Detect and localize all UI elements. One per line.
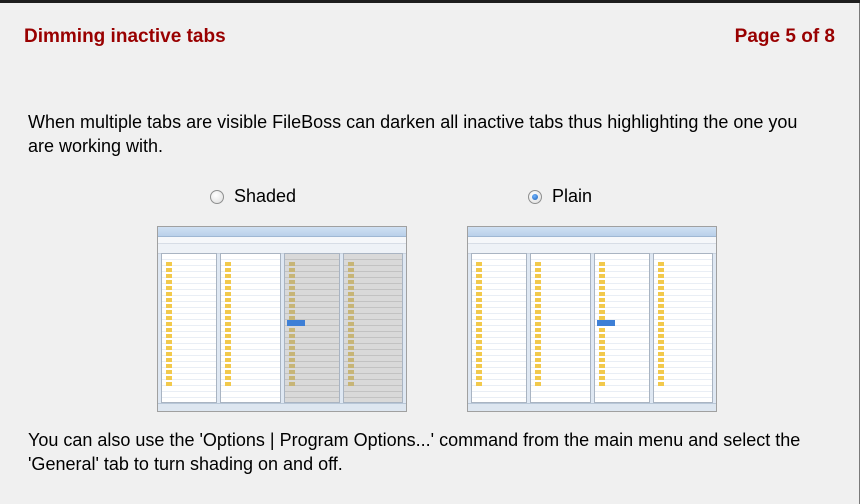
page-indicator: Page 5 of 8 xyxy=(734,26,835,47)
preview-menubar xyxy=(158,237,406,244)
footer-text: You can also use the 'Options | Program … xyxy=(28,430,801,474)
preview-list-pane xyxy=(652,253,713,403)
preview-dimmed-list-pane xyxy=(342,253,403,403)
top-border xyxy=(0,0,860,3)
preview-panes xyxy=(161,253,403,403)
preview-panes xyxy=(471,253,713,403)
shaded-preview-image xyxy=(157,226,407,412)
preview-dimmed-tree-pane xyxy=(283,253,340,403)
plain-option[interactable]: Plain xyxy=(528,186,592,207)
page-title: Dimming inactive tabs xyxy=(24,26,226,47)
preview-titlebar xyxy=(468,227,716,237)
preview-tree-pane xyxy=(593,253,650,403)
preview-list-pane xyxy=(530,253,591,403)
preview-menubar xyxy=(468,237,716,244)
plain-preview-image xyxy=(467,226,717,412)
shaded-label: Shaded xyxy=(234,186,297,206)
plain-radio-button[interactable] xyxy=(528,189,542,204)
preview-statusbar xyxy=(468,403,716,411)
wizard-page: Dimming inactive tabs Page 5 of 8 When m… xyxy=(0,0,860,504)
description-text: When multiple tabs are visible FileBoss … xyxy=(28,112,798,156)
preview-list-pane xyxy=(220,253,281,403)
plain-label: Plain xyxy=(552,186,593,206)
preview-tree-pane xyxy=(161,253,217,403)
shaded-radio-button[interactable] xyxy=(210,189,224,204)
preview-titlebar xyxy=(158,227,406,237)
preview-statusbar xyxy=(158,403,406,411)
shaded-option[interactable]: Shaded xyxy=(210,186,296,207)
preview-tree-pane xyxy=(471,253,527,403)
